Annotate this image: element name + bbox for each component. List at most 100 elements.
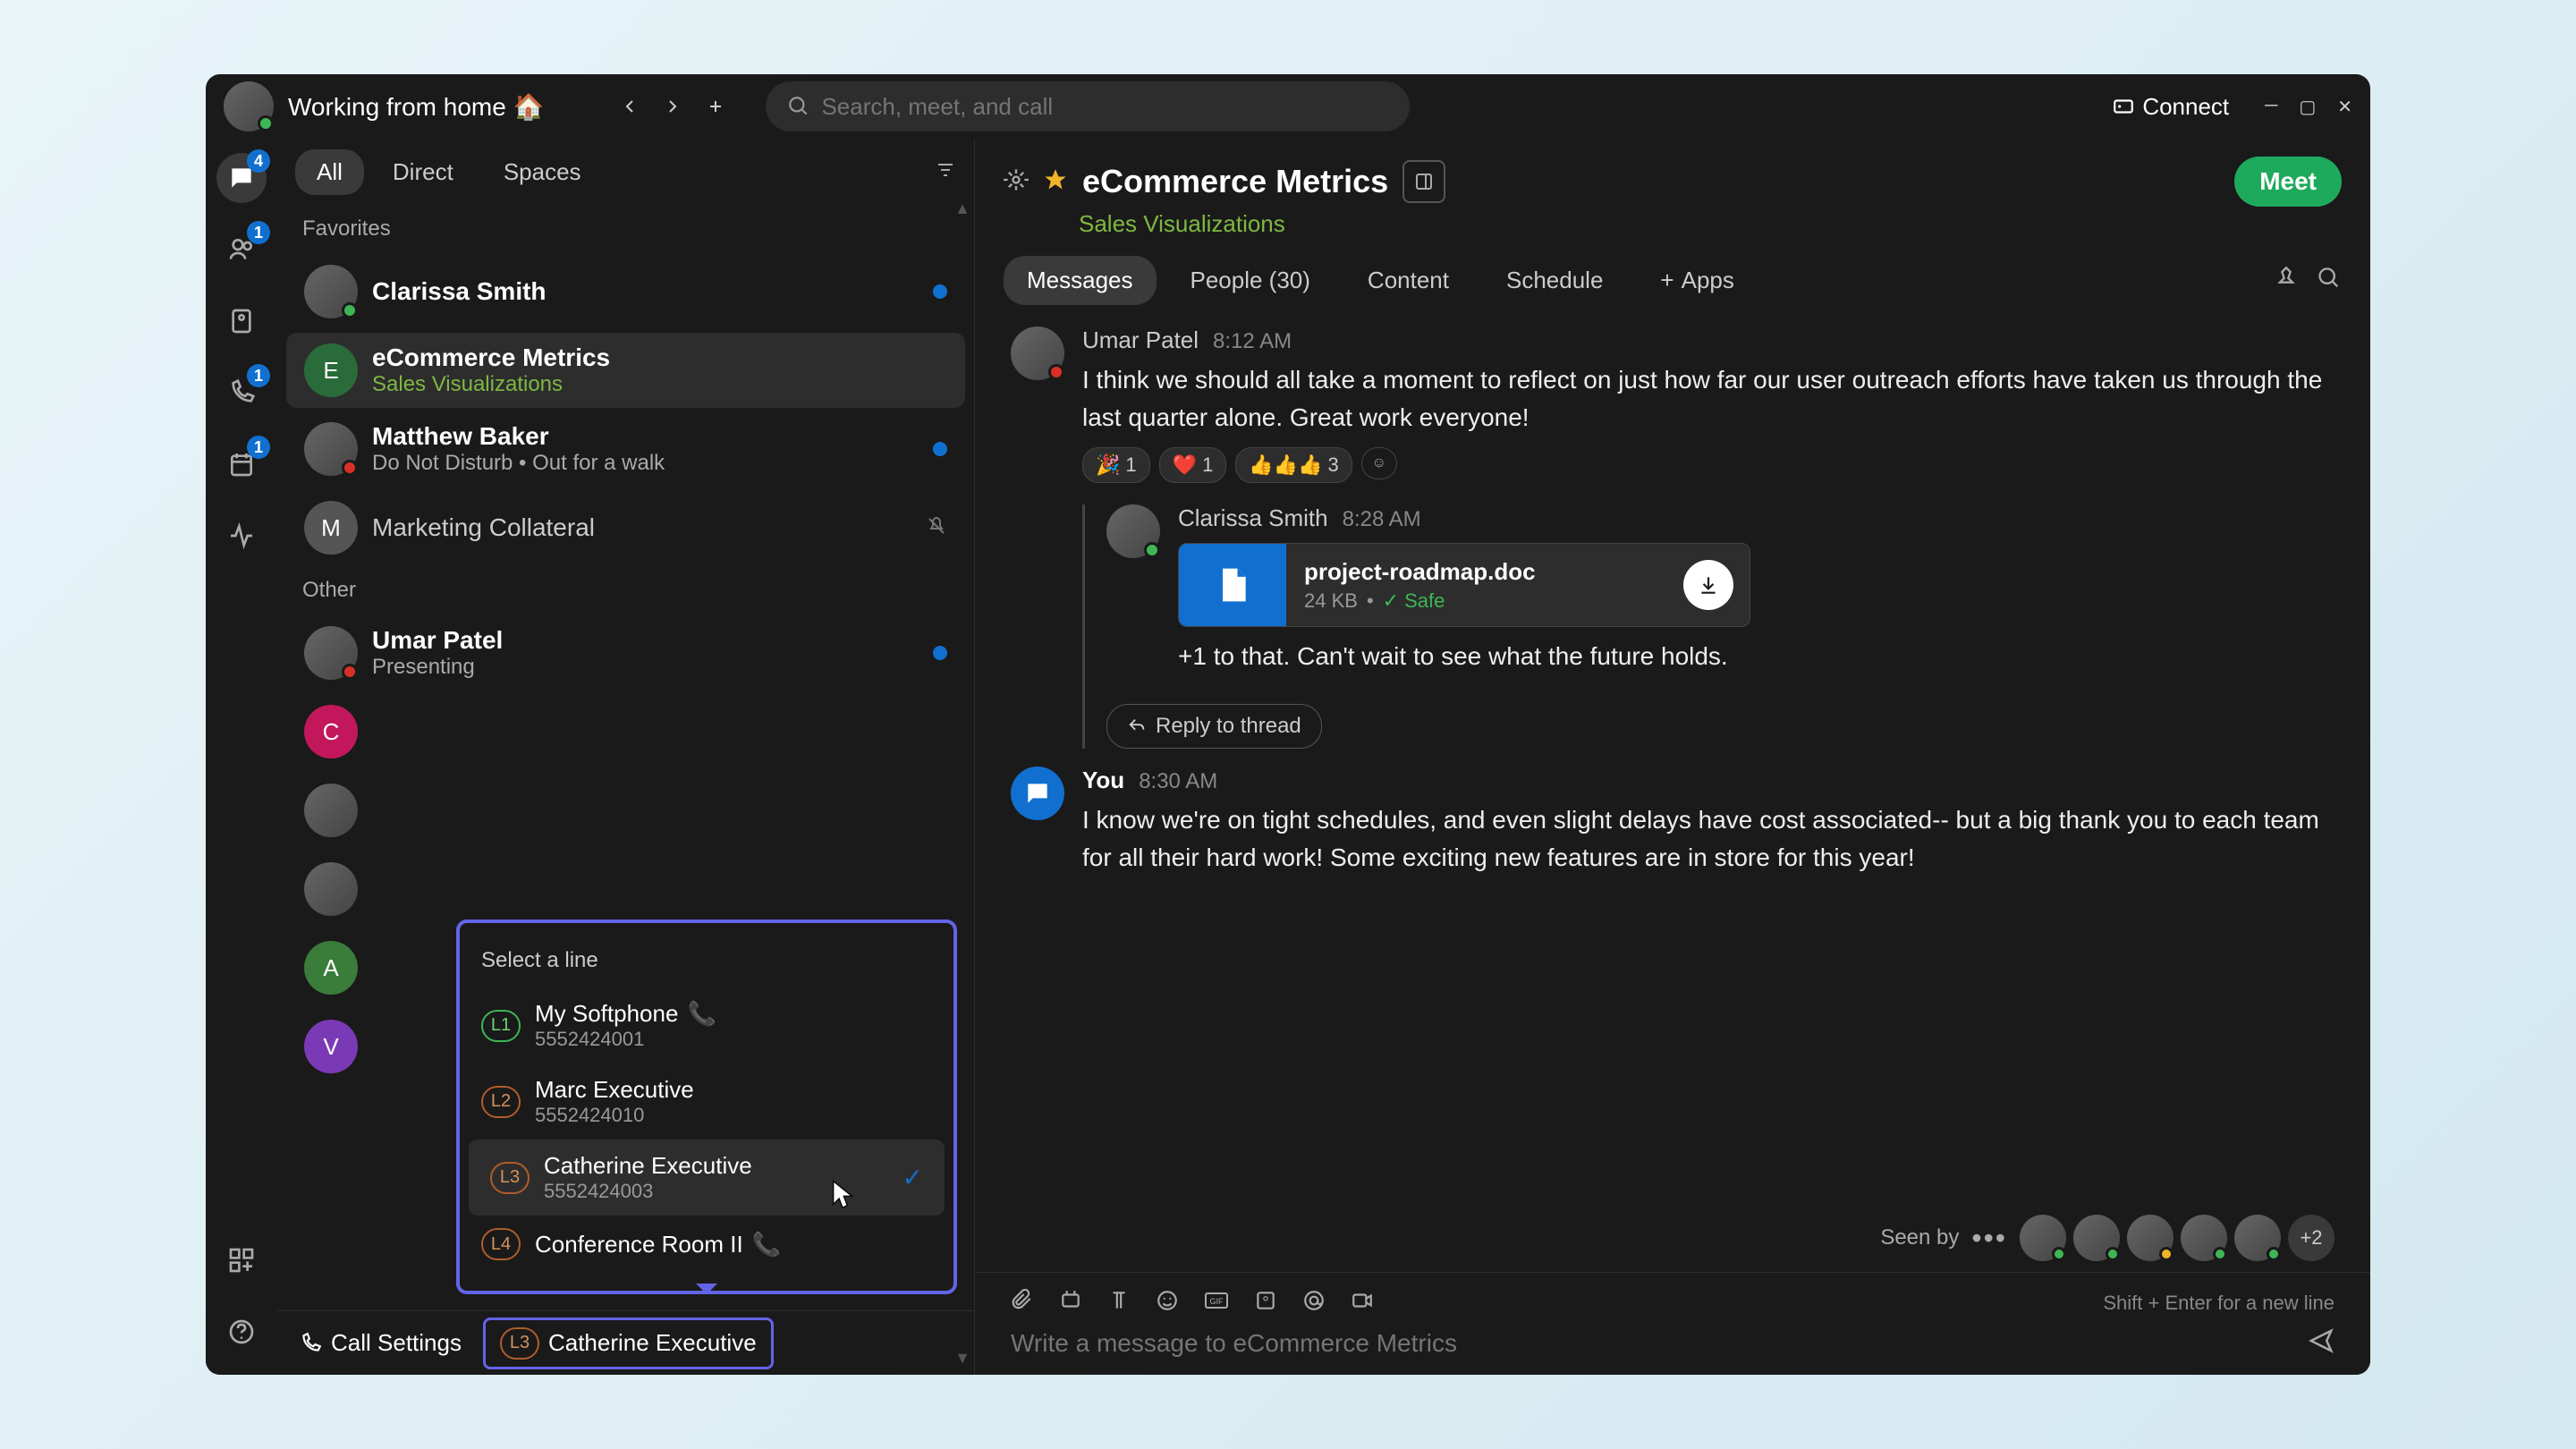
- convo-matthew[interactable]: Matthew Baker Do Not Disturb • Out for a…: [286, 411, 965, 487]
- reply-thread-button[interactable]: Reply to thread: [1106, 704, 1322, 749]
- chat-area: eCommerce Metrics Meet Sales Visualizati…: [975, 139, 2370, 1375]
- active-line-chip[interactable]: L3 Catherine Executive: [483, 1318, 774, 1369]
- download-button[interactable]: [1683, 560, 1733, 610]
- pin-icon[interactable]: [2274, 266, 2299, 295]
- connect-icon: [2112, 95, 2135, 118]
- tab-people[interactable]: People (30): [1167, 256, 1334, 305]
- line-conference[interactable]: L4 Conference Room II📞: [460, 1216, 953, 1273]
- scroll-down-icon[interactable]: ▼: [954, 1349, 970, 1368]
- rail-apps[interactable]: [216, 1235, 267, 1285]
- star-icon[interactable]: [1043, 167, 1068, 197]
- panel-button[interactable]: [1402, 160, 1445, 203]
- meet-button[interactable]: Meet: [2234, 157, 2342, 207]
- tab-direct[interactable]: Direct: [371, 149, 475, 195]
- rail-contacts[interactable]: [216, 296, 267, 346]
- composer-hint: Shift + Enter for a new line: [2103, 1292, 2334, 1315]
- sidebar: All Direct Spaces ▲ Favorites Clarissa S…: [277, 139, 975, 1375]
- sidebar-bottom-bar: Call Settings L3 Catherine Executive: [277, 1310, 974, 1375]
- rail-activity[interactable]: [216, 511, 267, 561]
- seen-avatar[interactable]: [2020, 1215, 2066, 1261]
- line-catherine[interactable]: L3 Catherine Executive 5552424003 ✓: [469, 1140, 945, 1216]
- call-settings-button[interactable]: Call Settings: [299, 1329, 462, 1357]
- rail-help[interactable]: [216, 1307, 267, 1357]
- tab-messages[interactable]: Messages: [1004, 256, 1157, 305]
- message-you: You 8:30 AM I know we're on tight schedu…: [1011, 767, 2334, 877]
- filter-button[interactable]: [935, 159, 956, 185]
- handset-icon: 📞: [687, 1000, 716, 1028]
- left-rail: 4 1 1 1: [206, 139, 277, 1375]
- main-content: 4 1 1 1: [206, 139, 2370, 1375]
- tab-content[interactable]: Content: [1344, 256, 1472, 305]
- muted-icon: [926, 515, 947, 541]
- reaction-heart[interactable]: ❤️1: [1159, 447, 1227, 483]
- format-icon[interactable]: [1107, 1289, 1131, 1317]
- user-avatar[interactable]: [224, 81, 274, 131]
- maximize-button[interactable]: ▢: [2299, 96, 2316, 118]
- attachment[interactable]: project-roadmap.doc 24 KB • ✓Safe: [1178, 543, 1750, 627]
- tab-schedule[interactable]: Schedule: [1483, 256, 1626, 305]
- seen-avatar[interactable]: [2127, 1215, 2174, 1261]
- search-input[interactable]: [821, 93, 1388, 121]
- forward-button[interactable]: [655, 89, 691, 124]
- minimize-button[interactable]: ─: [2265, 96, 2277, 118]
- window-controls: ─ ▢ ✕: [2265, 96, 2352, 118]
- search-chat-icon[interactable]: [2317, 266, 2342, 295]
- seen-dots[interactable]: •••: [1971, 1222, 2007, 1255]
- add-button[interactable]: [698, 89, 733, 124]
- scroll-up-icon[interactable]: ▲: [954, 199, 970, 218]
- convo-marketing[interactable]: M Marketing Collateral: [286, 490, 965, 565]
- titlebar: Working from home 🏠 Connect ─ ▢ ✕: [206, 74, 2370, 139]
- status-indicator: [258, 115, 274, 131]
- handset-icon: 📞: [752, 1231, 781, 1258]
- convo-umar[interactable]: Umar Patel Presenting: [286, 615, 965, 691]
- seen-by-row: Seen by ••• +2: [975, 1204, 2370, 1272]
- thread-reply: Clarissa Smith 8:28 AM project-roadmap.d…: [1082, 504, 2334, 749]
- convo-item-img1[interactable]: [286, 773, 965, 848]
- attach-icon[interactable]: [1011, 1289, 1034, 1317]
- reaction-thumbs[interactable]: 👍👍👍3: [1235, 447, 1352, 483]
- reaction-tada[interactable]: 🎉1: [1082, 447, 1150, 483]
- reply-icon: [1127, 716, 1147, 736]
- tab-apps[interactable]: +Apps: [1637, 256, 1757, 305]
- back-button[interactable]: [612, 89, 648, 124]
- unread-indicator: [933, 646, 947, 660]
- avatar: [1106, 504, 1160, 558]
- seen-avatar[interactable]: [2073, 1215, 2120, 1261]
- presence-status[interactable]: Working from home 🏠: [288, 92, 544, 122]
- popup-header: Select a line: [460, 941, 953, 987]
- avatar: [1011, 767, 1064, 820]
- mention-icon[interactable]: [1302, 1289, 1326, 1317]
- rail-calendar[interactable]: 1: [216, 439, 267, 489]
- rail-bottom: [216, 1235, 267, 1357]
- line-selector-popup: Select a line L1 My Softphone📞 555242400…: [456, 919, 957, 1294]
- rail-chat[interactable]: 4: [216, 153, 267, 203]
- bitmoji-icon[interactable]: [1254, 1289, 1277, 1317]
- convo-item-img2[interactable]: [286, 852, 965, 927]
- seen-avatar[interactable]: [2234, 1215, 2281, 1261]
- convo-ecommerce[interactable]: E eCommerce Metrics Sales Visualizations: [286, 333, 965, 408]
- seen-more[interactable]: +2: [2288, 1215, 2334, 1261]
- close-button[interactable]: ✕: [2337, 96, 2352, 118]
- settings-icon[interactable]: [1004, 167, 1029, 197]
- video-icon[interactable]: [1351, 1289, 1374, 1317]
- unread-indicator: [933, 284, 947, 299]
- tab-all[interactable]: All: [295, 149, 364, 195]
- add-reaction[interactable]: ☺: [1361, 447, 1397, 479]
- messages-list: Umar Patel 8:12 AM I think we should all…: [975, 305, 2370, 1204]
- line-my-softphone[interactable]: L1 My Softphone📞 5552424001: [460, 987, 953, 1063]
- tab-spaces[interactable]: Spaces: [482, 149, 603, 195]
- composer-input[interactable]: [1011, 1329, 2290, 1358]
- search-bar[interactable]: [766, 81, 1410, 131]
- svg-text:GIF: GIF: [1210, 1297, 1224, 1306]
- seen-avatar[interactable]: [2181, 1215, 2227, 1261]
- convo-clarissa[interactable]: Clarissa Smith: [286, 254, 965, 329]
- line-marc[interactable]: L2 Marc Executive 5552424010: [460, 1063, 953, 1140]
- send-button[interactable]: [2308, 1327, 2334, 1359]
- screenshot-icon[interactable]: [1059, 1289, 1082, 1317]
- rail-teams[interactable]: 1: [216, 225, 267, 275]
- connect-button[interactable]: Connect: [2112, 93, 2229, 121]
- convo-item-c[interactable]: C: [286, 694, 965, 769]
- emoji-icon[interactable]: [1156, 1289, 1179, 1317]
- gif-icon[interactable]: GIF: [1204, 1289, 1229, 1317]
- rail-calls[interactable]: 1: [216, 368, 267, 418]
